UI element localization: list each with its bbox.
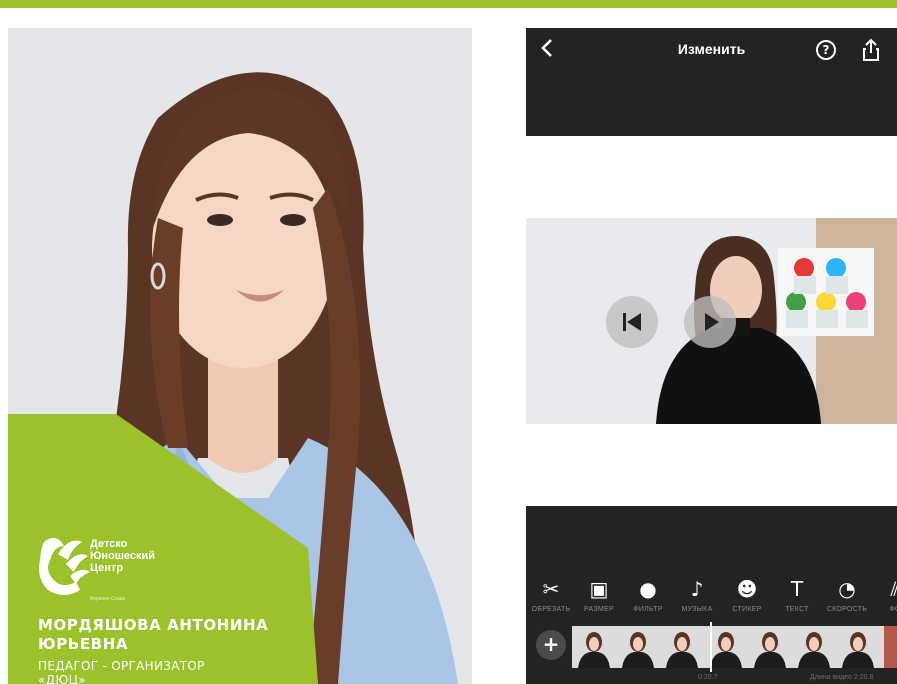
- speed-icon: ◔: [838, 577, 856, 601]
- portrait-card: Детско Юношеский Центр Верхнее Сокдо МОР…: [8, 28, 472, 684]
- tool-label: ОБРЕЗАТЬ: [531, 606, 571, 613]
- tool-label: СКОРОСТЬ: [826, 606, 868, 613]
- add-clip-button[interactable]: +: [536, 630, 566, 660]
- help-icon[interactable]: ?: [816, 40, 836, 60]
- logo-line-2: Юношеский: [90, 550, 155, 562]
- name-line-2: ЮРЬЕВНА: [38, 635, 129, 653]
- tool-text[interactable]: T ТЕКСТ: [772, 576, 822, 613]
- tool-filter[interactable]: ● ФИЛЬТР: [623, 576, 673, 613]
- top-accent-bar: [0, 0, 897, 8]
- person-role: ПЕДАГОГ - ОРГАНИЗАТОР «ДЮЦ»: [38, 659, 298, 684]
- skip-back-icon: [623, 313, 641, 331]
- person-name: МОРДЯШОВА АНТОНИНА ЮРЬЕВНА: [38, 616, 338, 654]
- text-icon: T: [790, 577, 804, 601]
- sticker-icon: ☻: [736, 577, 758, 601]
- current-time: 0:20.7: [698, 674, 718, 681]
- playhead[interactable]: [710, 622, 712, 672]
- app-header: Изменить ?: [526, 28, 897, 136]
- scissors-icon: ✂: [542, 577, 560, 601]
- tool-label: ФИЛЬТР: [633, 606, 663, 613]
- video-preview[interactable]: [526, 218, 897, 424]
- play-icon: [705, 313, 719, 331]
- header-title: Изменить: [677, 41, 746, 57]
- role-line-1: ПЕДАГОГ - ОРГАНИЗАТОР: [38, 659, 205, 673]
- tool-size[interactable]: ▣ РАЗМЕР: [574, 576, 624, 613]
- timeline-strip[interactable]: [572, 626, 897, 668]
- tool-label: РАЗМЕР: [584, 606, 614, 613]
- tool-trim[interactable]: ✂ ОБРЕЗАТЬ: [526, 576, 576, 613]
- tool-label: СТИКЕР: [732, 606, 762, 613]
- tool-speed[interactable]: ◔ СКОРОСТЬ: [822, 576, 872, 613]
- tool-label: МУЗЫКА: [681, 606, 713, 613]
- video-length: Длина видео 2:20.8: [810, 674, 874, 681]
- logo-line-3: Центр: [90, 562, 124, 574]
- background-icon: ⫽: [890, 577, 897, 601]
- skip-back-button[interactable]: [606, 296, 658, 348]
- role-line-2: «ДЮЦ»: [38, 673, 86, 684]
- tool-sticker[interactable]: ☻ СТИКЕР: [722, 576, 772, 613]
- share-icon: [863, 38, 879, 61]
- play-button[interactable]: [684, 296, 736, 348]
- share-button[interactable]: [862, 38, 880, 66]
- tool-music[interactable]: ♪ МУЗЫКА: [672, 576, 722, 613]
- tool-background[interactable]: ⫽ ФО: [870, 576, 897, 613]
- tool-bar: ✂ ОБРЕЗАТЬ ▣ РАЗМЕР ● ФИЛЬТР ♪ МУЗЫКА ☻ …: [526, 576, 897, 626]
- timeline-frames: [572, 626, 897, 668]
- filter-icon: ●: [639, 577, 657, 601]
- name-line-1: МОРДЯШОВА АНТОНИНА: [38, 616, 269, 634]
- logo-line-1: Детско: [90, 538, 128, 550]
- tool-label: ТЕКСТ: [785, 606, 809, 613]
- logo-subtitle: Верхнее Сокдо: [90, 596, 126, 602]
- tool-label: ФО: [889, 606, 897, 613]
- logo-text: Детско Юношеский Центр: [90, 538, 155, 574]
- editor-panel: ✂ ОБРЕЗАТЬ ▣ РАЗМЕР ● ФИЛЬТР ♪ МУЗЫКА ☻ …: [526, 506, 897, 684]
- music-icon: ♪: [690, 577, 704, 601]
- resize-icon: ▣: [589, 577, 609, 601]
